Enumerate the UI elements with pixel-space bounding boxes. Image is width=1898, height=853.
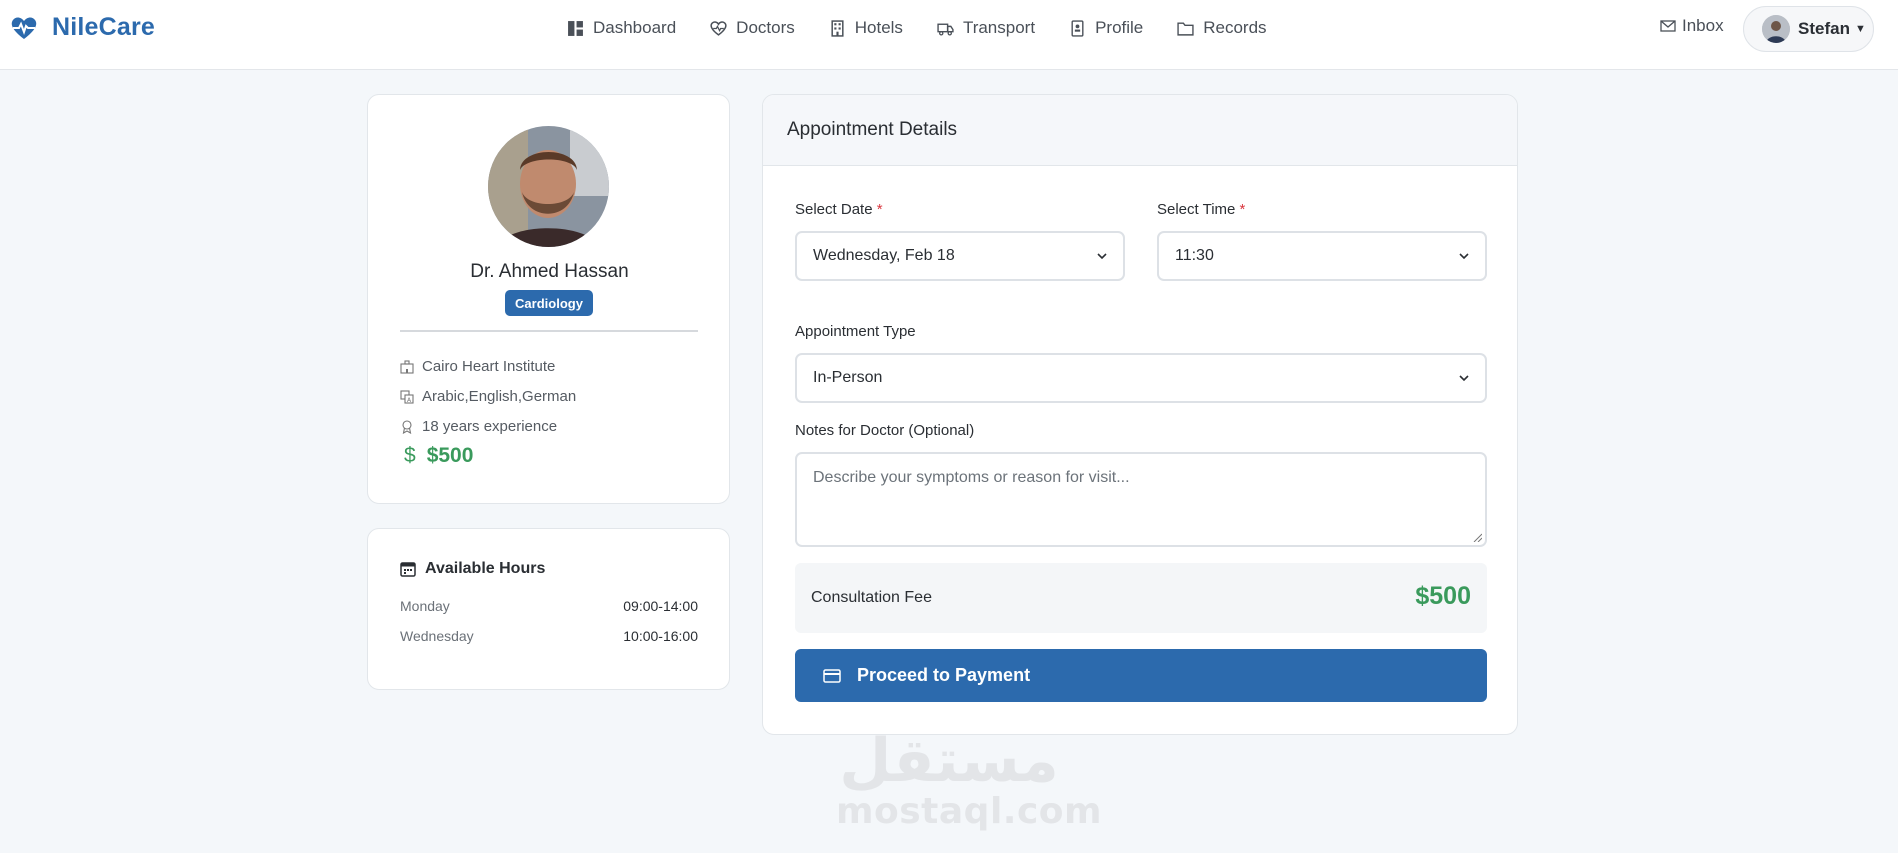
price-value: $500 (426, 444, 474, 467)
doctor-card: Dr. Ahmed Hassan Cardiology Cairo Heart … (367, 94, 730, 504)
watermark-latin: mostaql.com (836, 791, 1103, 832)
type-select-value: In-Person (813, 369, 883, 386)
nav-hotels[interactable]: Hotels (829, 16, 903, 40)
heart-pulse-icon (710, 20, 727, 36)
hours-day: Wednesday (400, 628, 474, 644)
hours-row: Wednesday 10:00-16:00 (400, 628, 698, 644)
hospital-name: Cairo Heart Institute (422, 358, 556, 375)
resize-handle-icon[interactable] (1473, 533, 1482, 542)
notes-placeholder: Describe your symptoms or reason for vis… (813, 469, 1130, 486)
required-marker: * (876, 201, 883, 218)
doctor-price: $ $500 (404, 444, 473, 468)
fee-value: $500 (1415, 582, 1471, 610)
appointment-header: Appointment Details (763, 95, 1517, 166)
required-marker: * (1239, 201, 1246, 218)
nav-hotels-label: Hotels (854, 18, 903, 37)
dashboard-icon (568, 20, 583, 36)
nav-dashboard[interactable]: Dashboard (567, 16, 676, 40)
avatar (1762, 15, 1790, 43)
award-icon (402, 419, 412, 434)
time-select-value: 11:30 (1175, 247, 1214, 264)
languages-row: A Arabic,English,German (400, 388, 576, 405)
experience-row: 18 years experience (400, 418, 557, 435)
hospital-icon (400, 359, 414, 374)
date-select[interactable]: Wednesday, Feb 18 (795, 231, 1125, 281)
building-icon (831, 19, 844, 37)
main-nav: Dashboard Doctors Hotels Transport Profi… (567, 16, 1301, 40)
profile-icon (1071, 19, 1084, 37)
type-label: Appointment Type (795, 323, 916, 340)
experience-text: 18 years experience (422, 418, 558, 435)
time-label-text: Select Time (1157, 201, 1236, 218)
time-select[interactable]: 11:30 (1157, 231, 1487, 281)
proceed-to-payment-button[interactable]: Proceed to Payment (795, 649, 1487, 702)
calendar-icon (400, 562, 416, 577)
hours-day: Monday (400, 598, 450, 614)
chevron-down-icon (1459, 253, 1469, 260)
folder-icon (1177, 21, 1194, 36)
specialty-badge: Cardiology (505, 290, 593, 316)
watermark-arabic: مستقل (839, 726, 1059, 796)
nav-doctors-label: Doctors (736, 18, 795, 37)
notes-label: Notes for Doctor (Optional) (795, 422, 975, 439)
nav-records[interactable]: Records (1177, 16, 1267, 40)
dollar-icon: $ (404, 444, 416, 467)
truck-icon (937, 23, 954, 36)
brand-name: NileCare (52, 13, 156, 41)
brand-logo[interactable]: NileCare (10, 13, 155, 42)
translate-icon: A (400, 389, 414, 404)
user-name: Stefan (1798, 19, 1850, 38)
hours-title-text: Available Hours (425, 560, 546, 577)
nav-profile[interactable]: Profile (1069, 16, 1143, 40)
appointment-type-select[interactable]: In-Person (795, 353, 1487, 403)
date-label-text: Select Date (795, 201, 873, 218)
credit-card-icon (823, 668, 841, 683)
hours-time: 10:00-16:00 (623, 628, 698, 644)
hours-row: Monday 09:00-14:00 (400, 598, 698, 614)
nav-doctors[interactable]: Doctors (710, 16, 795, 40)
nav-transport-label: Transport (962, 18, 1036, 37)
appointment-card: Appointment Details Select Date * Wednes… (762, 94, 1518, 735)
available-hours-card: Available Hours Monday 09:00-14:00 Wedne… (367, 528, 730, 690)
doctor-name: Dr. Ahmed Hassan (470, 261, 629, 282)
heart-pulse-icon (11, 16, 37, 39)
caret-down-icon: ▼ (1854, 23, 1866, 35)
nav-transport[interactable]: Transport (937, 16, 1035, 40)
envelope-icon (1660, 20, 1676, 32)
hospital-row: Cairo Heart Institute (400, 358, 555, 375)
user-menu[interactable]: Stefan ▼ (1743, 6, 1874, 52)
divider (400, 330, 698, 332)
date-select-value: Wednesday, Feb 18 (813, 247, 955, 264)
chevron-down-icon (1459, 375, 1469, 382)
inbox-label: Inbox (1682, 16, 1724, 35)
nav-profile-label: Profile (1095, 18, 1144, 37)
pay-button-label: Proceed to Payment (857, 665, 1031, 685)
time-label: Select Time * (1157, 201, 1245, 218)
chevron-down-icon (1097, 253, 1107, 260)
consultation-fee-box: Consultation Fee $500 (795, 563, 1487, 633)
hours-time: 09:00-14:00 (623, 598, 698, 614)
hours-title: Available Hours (400, 560, 545, 578)
watermark: مستقل mostaql.com (836, 726, 1103, 832)
top-navbar: NileCare Dashboard Doctors Hotels Transp… (0, 0, 1898, 70)
fee-label: Consultation Fee (811, 589, 932, 606)
nav-dashboard-label: Dashboard (593, 18, 677, 37)
appointment-title: Appointment Details (787, 119, 958, 140)
nav-records-label: Records (1203, 18, 1267, 37)
date-label: Select Date * (795, 201, 883, 218)
inbox-link[interactable]: Inbox (1660, 16, 1724, 36)
languages-text: Arabic,English,German (422, 388, 577, 405)
doctor-photo (488, 126, 609, 247)
notes-textarea[interactable]: Describe your symptoms or reason for vis… (795, 452, 1487, 547)
